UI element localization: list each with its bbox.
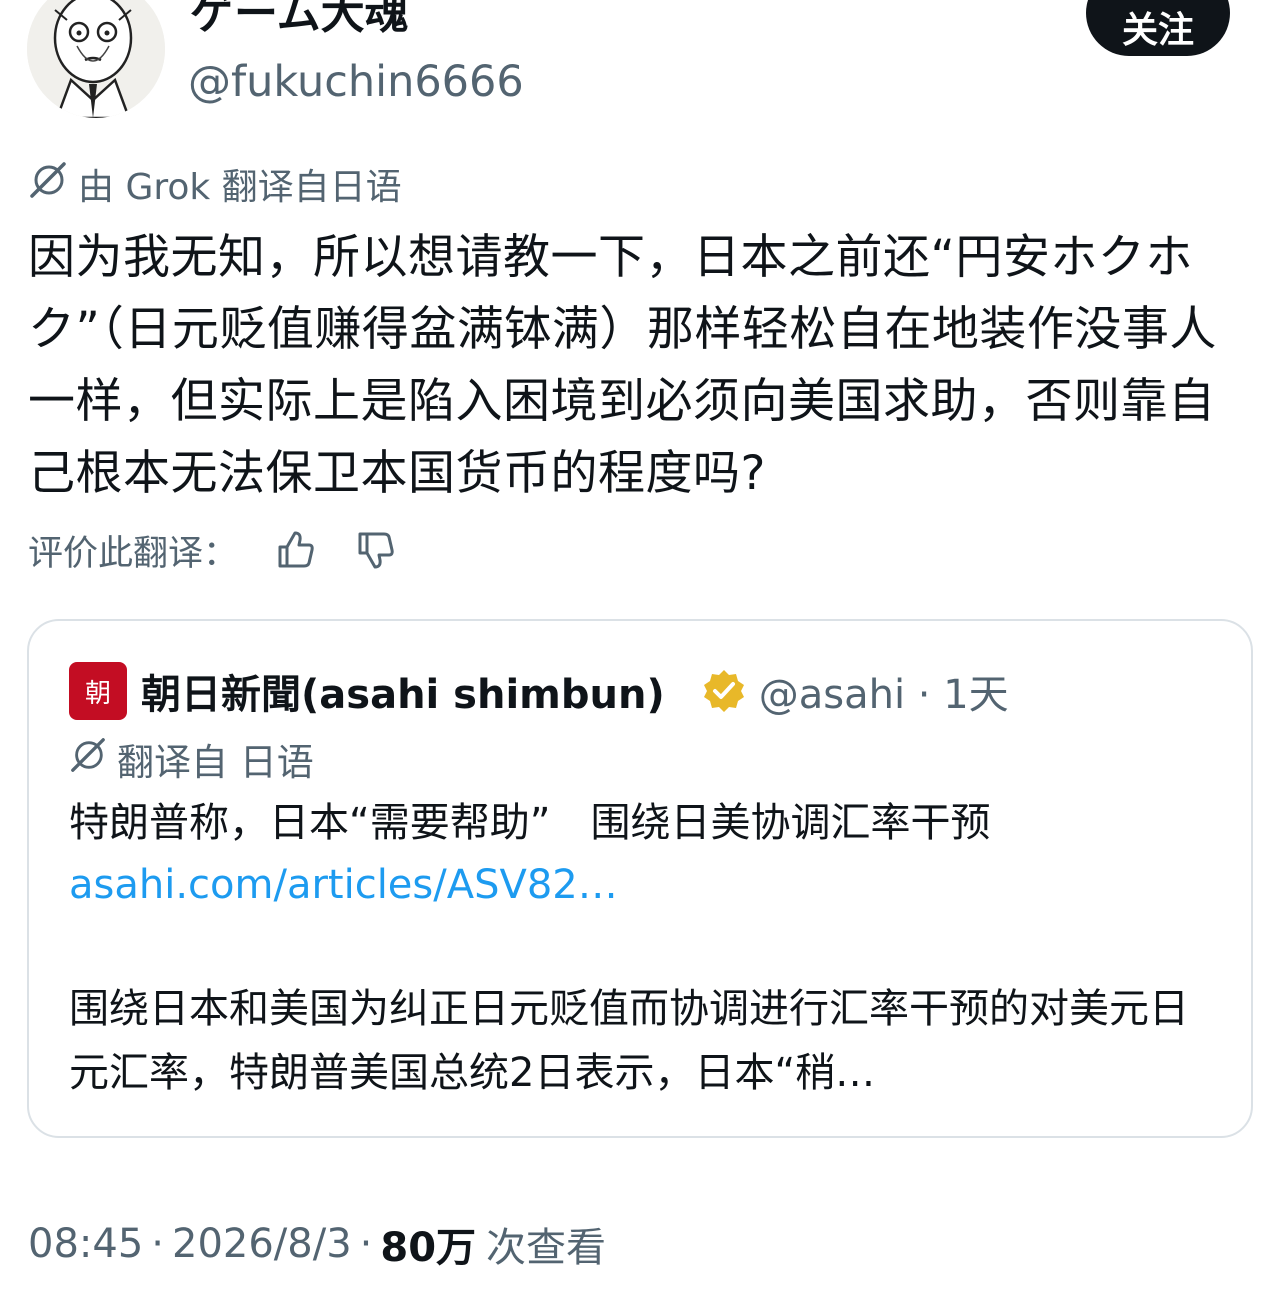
quoted-translation-label: 翻译自 日语 — [117, 741, 314, 784]
quoted-author-name[interactable]: 朝日新聞(asahi shimbun) — [141, 662, 665, 720]
translate-icon — [69, 736, 107, 783]
separator-dot: · — [151, 1221, 164, 1267]
quoted-handle-time: @asahi · 1天 — [758, 672, 1009, 718]
grok-icon — [28, 160, 68, 209]
views-count: 80万 — [380, 1225, 477, 1271]
post-time[interactable]: 08:45 — [28, 1221, 143, 1267]
quoted-post-title: 特朗普称，日本“需要帮助” 围绕日美协调汇率干预 — [69, 800, 991, 846]
gold-verified-badge-icon — [701, 668, 747, 714]
post-meta: 08:45 · 2026/8/3 · 80万 次查看 — [28, 1214, 606, 1274]
quoted-translation-badge[interactable]: 翻译自 日语 — [69, 731, 314, 787]
quoted-post-header: 朝 朝日新聞(asahi shimbun) @asahi · 1天 — [69, 659, 1009, 723]
rate-translation: 评价此翻译： — [28, 522, 398, 578]
separator-dot: · — [359, 1221, 373, 1267]
translation-badge[interactable]: 由 Grok 翻译自日语 — [28, 160, 402, 208]
post-text: 因为我无知，所以想请教一下，日本之前还“円安ホクホク”（日元贬值赚得盆满钵满）那… — [28, 230, 1217, 501]
quoted-post-link[interactable]: asahi.com/articles/ASV82… — [69, 855, 618, 915]
translation-badge-label: 由 Grok 翻译自日语 — [78, 167, 402, 208]
author-handle[interactable]: @fukuchin6666 — [188, 54, 524, 110]
rate-label: 评价此翻译： — [28, 533, 239, 574]
quoted-post-card[interactable]: 朝 朝日新聞(asahi shimbun) @asahi · 1天 翻译自 日语… — [27, 619, 1253, 1138]
follow-button[interactable]: 关注 — [1086, 0, 1230, 56]
asahi-logo: 朝 — [69, 662, 127, 720]
avatar[interactable] — [27, 0, 165, 118]
views-label: 次查看 — [486, 1225, 607, 1271]
post-detail: ゲーム大魂 @fukuchin6666 关注 由 Grok 翻译自日语 因为我无… — [0, 0, 1280, 1302]
thumbs-down-icon[interactable] — [354, 528, 398, 572]
thumbs-up-icon[interactable] — [274, 528, 318, 572]
post-date[interactable]: 2026/8/3 — [172, 1221, 352, 1267]
quoted-post-body: 围绕日本和美国为纠正日元贬值而协调进行汇率干预的对美元日元汇率，特朗普美国总统2… — [69, 986, 1189, 1096]
author-display-name[interactable]: ゲーム大魂 — [190, 0, 409, 42]
